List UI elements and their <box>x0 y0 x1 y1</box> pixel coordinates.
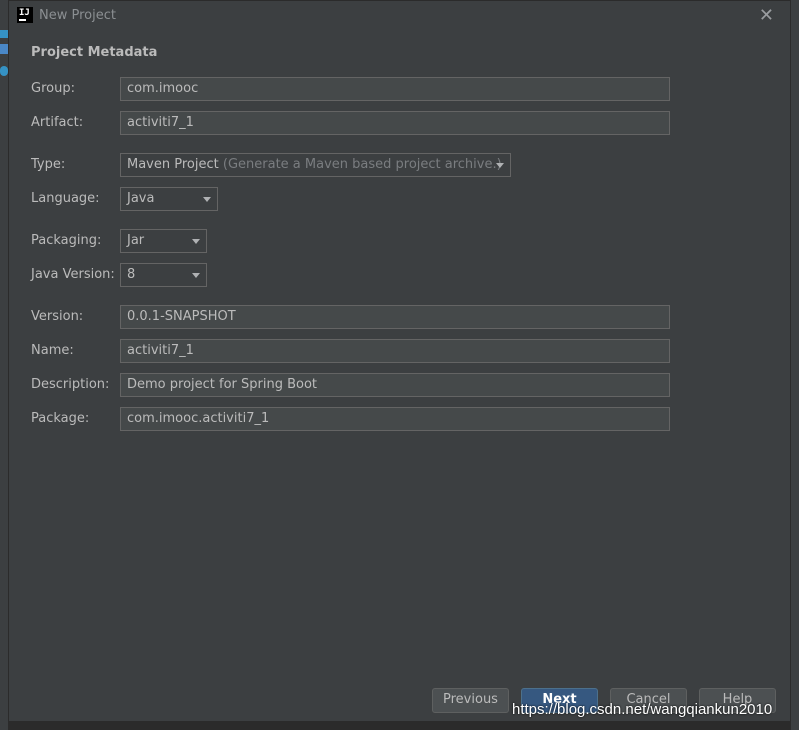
background-ide-strip <box>0 0 8 730</box>
close-icon[interactable]: ✕ <box>759 5 774 26</box>
background-icon <box>0 30 8 38</box>
previous-button[interactable]: Previous <box>432 688 509 713</box>
language-select[interactable]: Java <box>120 187 218 211</box>
section-title: Project Metadata <box>31 45 158 60</box>
language-value: Java <box>127 191 155 206</box>
name-input[interactable]: activiti7_1 <box>120 339 670 363</box>
group-input[interactable]: com.imooc <box>120 77 670 101</box>
background-icon <box>0 66 8 76</box>
intellij-app-icon: IJ <box>17 7 33 23</box>
packaging-label: Packaging: <box>31 233 102 248</box>
chevron-down-icon <box>496 163 504 168</box>
package-label: Package: <box>31 411 90 426</box>
packaging-select[interactable]: Jar <box>120 229 207 253</box>
package-input[interactable]: com.imooc.activiti7_1 <box>120 407 670 431</box>
language-label: Language: <box>31 191 100 206</box>
version-input[interactable]: 0.0.1-SNAPSHOT <box>120 305 670 329</box>
packaging-value: Jar <box>127 233 145 248</box>
artifact-label: Artifact: <box>31 115 84 130</box>
title-bar[interactable]: IJ New Project ✕ <box>9 1 790 31</box>
name-label: Name: <box>31 343 74 358</box>
watermark-text: https://blog.csdn.net/wangqiankun2010 <box>512 701 773 718</box>
version-label: Version: <box>31 309 84 324</box>
artifact-input[interactable]: activiti7_1 <box>120 111 670 135</box>
group-label: Group: <box>31 81 75 96</box>
description-input[interactable]: Demo project for Spring Boot <box>120 373 670 397</box>
chevron-down-icon <box>192 273 200 278</box>
type-hint: (Generate a Maven based project archive.… <box>222 157 502 172</box>
type-label: Type: <box>31 157 66 172</box>
java-version-value: 8 <box>127 267 136 282</box>
chevron-down-icon <box>203 197 211 202</box>
background-ide-strip-right <box>791 0 799 730</box>
chevron-down-icon <box>192 239 200 244</box>
java-version-select[interactable]: 8 <box>120 263 207 287</box>
window-title: New Project <box>39 8 116 23</box>
background-icon <box>0 44 8 54</box>
description-label: Description: <box>31 377 110 392</box>
java-version-label: Java Version: <box>31 267 115 282</box>
type-value: Maven Project <box>127 157 219 172</box>
type-select[interactable]: Maven Project (Generate a Maven based pr… <box>120 153 511 177</box>
new-project-dialog: IJ New Project ✕ Project Metadata Group:… <box>8 0 791 722</box>
